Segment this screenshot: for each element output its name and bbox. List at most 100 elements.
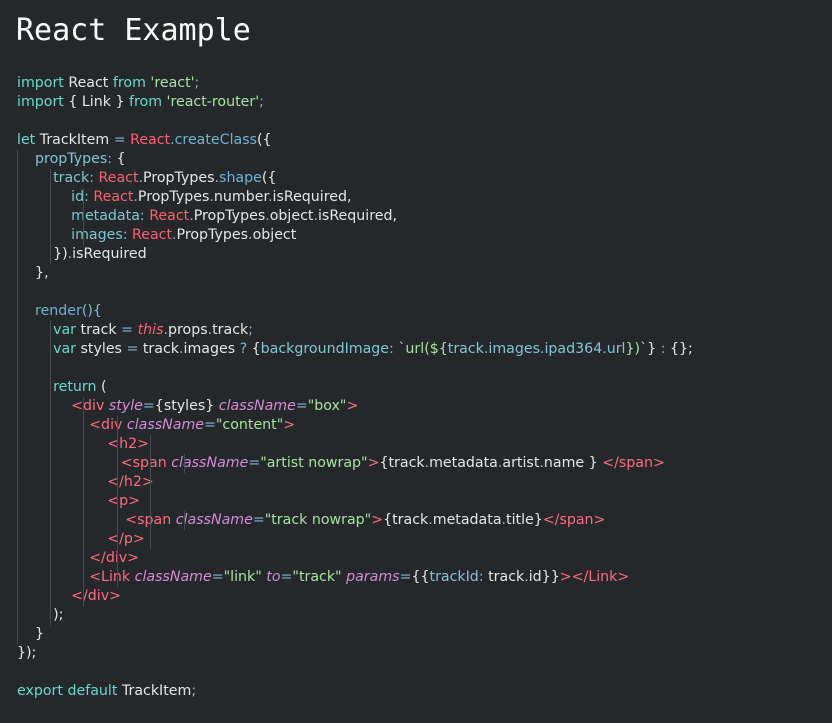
code-token: {};	[665, 341, 693, 357]
code-token: "link"	[223, 569, 262, 585]
code-token: </div>	[71, 588, 122, 604]
code-line: var track = this.props.track;	[17, 321, 832, 340]
indent-guide	[17, 587, 18, 606]
code-line: let TrackItem = React.createClass({	[17, 131, 832, 150]
indent-guide	[17, 530, 18, 549]
code-token: artist	[502, 455, 540, 471]
indent-guide	[50, 549, 51, 568]
indent-guide	[150, 530, 151, 549]
code-token: ></Link>	[559, 569, 630, 585]
indent-guide	[83, 473, 84, 492]
indent-guide	[17, 549, 18, 568]
code-token: import	[17, 94, 64, 110]
code-line: </div>	[17, 549, 832, 568]
indent-guide	[17, 435, 18, 454]
code-token: });	[17, 645, 37, 661]
indent-guide	[150, 435, 151, 454]
code-token: export	[17, 683, 63, 699]
indent-guide	[17, 169, 18, 188]
indent-guide	[50, 530, 51, 549]
indent-guide	[83, 416, 84, 435]
indent-guide	[17, 397, 18, 416]
code-token: to	[266, 569, 281, 585]
indent-guide	[83, 397, 84, 416]
code-line: render(){	[17, 302, 832, 321]
page-title: React Example	[16, 13, 251, 48]
indent-guide	[17, 416, 18, 435]
code-line: propTypes: {	[17, 150, 832, 169]
code-token: name }	[543, 455, 603, 471]
code-token: trackId	[429, 569, 479, 585]
indent-guide	[50, 397, 51, 416]
code-token: React	[93, 189, 134, 205]
code-token: "track"	[292, 569, 342, 585]
indent-guide	[17, 378, 18, 397]
code-token: ?	[239, 341, 248, 357]
indent-guide	[50, 359, 51, 378]
code-token: })`	[625, 341, 648, 357]
indent-guide	[17, 302, 18, 321]
indent-guide	[50, 207, 51, 226]
code-token: PropTypes	[193, 208, 266, 224]
code-line: metadata: React.PropTypes.object.isRequi…	[17, 207, 832, 226]
code-token: metadata	[429, 455, 498, 471]
indent-guide	[150, 454, 151, 473]
code-token: propTypes	[35, 151, 108, 167]
indent-guide	[83, 226, 84, 245]
indent-guide	[17, 625, 18, 644]
code-token: TrackItem	[35, 132, 114, 148]
code-token: >	[367, 455, 380, 471]
code-line: <p>	[17, 492, 832, 511]
code-token: },	[17, 265, 49, 281]
code-token: id}}	[528, 569, 560, 585]
code-token: =	[248, 455, 261, 471]
code-line: <span className="artist nowrap">{track.m…	[17, 454, 832, 473]
code-token: ;	[194, 75, 200, 91]
code-token: </h2>	[107, 474, 154, 490]
indent-guide	[50, 226, 51, 245]
indent-guide	[117, 416, 118, 435]
code-token: metadata	[71, 208, 140, 224]
code-token: (	[96, 379, 107, 395]
code-token: =	[211, 569, 224, 585]
code-line: export default TrackItem;	[17, 682, 832, 701]
code-token: render	[35, 303, 82, 319]
code-token: =	[142, 398, 155, 414]
indent-guide	[50, 568, 51, 587]
code-token: props	[167, 322, 208, 338]
indent-guide	[50, 416, 51, 435]
indent-guide	[17, 492, 18, 511]
code-token: {	[247, 341, 261, 357]
code-token: })	[17, 246, 68, 262]
indent-guide	[83, 568, 84, 587]
indent-guide	[83, 454, 84, 473]
code-token: track	[138, 341, 179, 357]
indent-guide	[17, 188, 18, 207]
indent-guide	[150, 492, 151, 511]
indent-guide	[83, 492, 84, 511]
code-token: PropTypes	[143, 170, 215, 186]
code-token: <span	[125, 512, 172, 528]
code-token: >	[346, 398, 359, 414]
indent-guide	[150, 473, 151, 492]
code-line: import React from 'react';	[17, 74, 832, 93]
code-token: title}	[506, 512, 543, 528]
indent-guide	[117, 454, 118, 473]
indent-guide	[17, 568, 18, 587]
code-token: ({	[257, 132, 272, 148]
indent-guide	[50, 587, 51, 606]
code-token: images	[71, 227, 123, 243]
indent-guide	[117, 568, 118, 587]
code-line: });	[17, 644, 832, 663]
code-token: React	[63, 75, 113, 91]
code-token: PropTypes	[137, 189, 210, 205]
code-token: PropTypes	[176, 227, 249, 243]
